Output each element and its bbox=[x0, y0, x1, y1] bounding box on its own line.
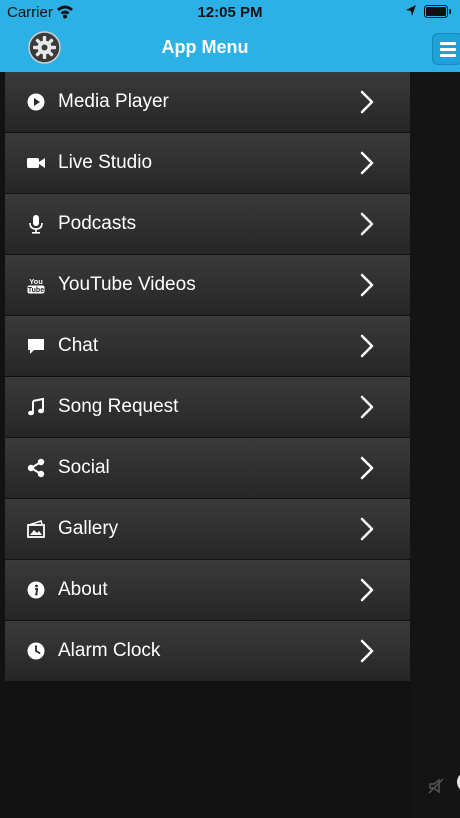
menu-item-alarm-clock[interactable]: Alarm Clock bbox=[5, 621, 410, 681]
svg-text:Tube: Tube bbox=[28, 287, 44, 294]
menu-item-media-player[interactable]: Media Player bbox=[5, 72, 410, 132]
menu-item-label: Song Request bbox=[58, 396, 179, 417]
play-circle-icon bbox=[26, 92, 46, 112]
menu-item-label: Chat bbox=[58, 335, 99, 356]
menu-item-live-studio[interactable]: Live Studio bbox=[5, 133, 410, 193]
youtube-icon: You Tube bbox=[26, 275, 46, 295]
chevron-right-icon bbox=[360, 151, 374, 175]
menu-item-label: Media Player bbox=[58, 91, 169, 112]
chevron-right-icon bbox=[360, 273, 374, 297]
menu-item-label: Alarm Clock bbox=[58, 640, 161, 661]
status-time: 12:05 PM bbox=[197, 4, 263, 21]
chevron-right-icon bbox=[360, 395, 374, 419]
chevron-right-icon bbox=[360, 90, 374, 114]
menu-item-label: Gallery bbox=[58, 518, 119, 539]
main-content-panel bbox=[410, 24, 460, 818]
chevron-right-icon bbox=[360, 639, 374, 663]
menu-item-youtube-videos[interactable]: You Tube YouTube Videos bbox=[5, 255, 410, 315]
video-camera-icon bbox=[26, 153, 46, 173]
status-bar: Carrier 12:05 PM bbox=[0, 0, 460, 24]
gallery-icon bbox=[26, 519, 46, 539]
chevron-right-icon bbox=[360, 517, 374, 541]
chat-bubble-icon bbox=[26, 336, 46, 356]
share-icon bbox=[26, 458, 46, 478]
chevron-right-icon bbox=[360, 456, 374, 480]
side-drawer: App Menu Media Player Live Studio Podcas… bbox=[0, 24, 410, 818]
drawer-title: App Menu bbox=[161, 37, 249, 57]
info-icon bbox=[26, 580, 46, 600]
chevron-right-icon bbox=[360, 578, 374, 602]
music-note-icon bbox=[26, 397, 46, 417]
menu-item-song-request[interactable]: Song Request bbox=[5, 377, 410, 437]
menu-item-chat[interactable]: Chat bbox=[5, 316, 410, 376]
microphone-icon bbox=[26, 214, 46, 234]
chevron-right-icon bbox=[360, 212, 374, 236]
menu-item-label: Podcasts bbox=[58, 213, 137, 234]
hamburger-menu-icon[interactable] bbox=[432, 33, 460, 65]
menu-list: Media Player Live Studio Podcasts You Tu… bbox=[5, 72, 410, 682]
chevron-right-icon bbox=[360, 334, 374, 358]
svg-text:You: You bbox=[29, 277, 43, 286]
menu-item-about[interactable]: About bbox=[5, 560, 410, 620]
main-header bbox=[410, 24, 460, 72]
drawer-header: App Menu bbox=[0, 24, 410, 72]
location-arrow-icon bbox=[405, 4, 417, 22]
menu-item-label: About bbox=[58, 579, 108, 600]
menu-item-label: Social bbox=[58, 457, 110, 478]
mute-icon[interactable] bbox=[427, 777, 445, 800]
clock-icon bbox=[26, 641, 46, 661]
menu-item-gallery[interactable]: Gallery bbox=[5, 499, 410, 559]
menu-item-podcasts[interactable]: Podcasts bbox=[5, 194, 410, 254]
menu-item-label: Live Studio bbox=[58, 152, 153, 173]
battery-icon bbox=[424, 5, 452, 18]
menu-item-label: YouTube Videos bbox=[58, 274, 196, 295]
menu-item-social[interactable]: Social bbox=[5, 438, 410, 498]
